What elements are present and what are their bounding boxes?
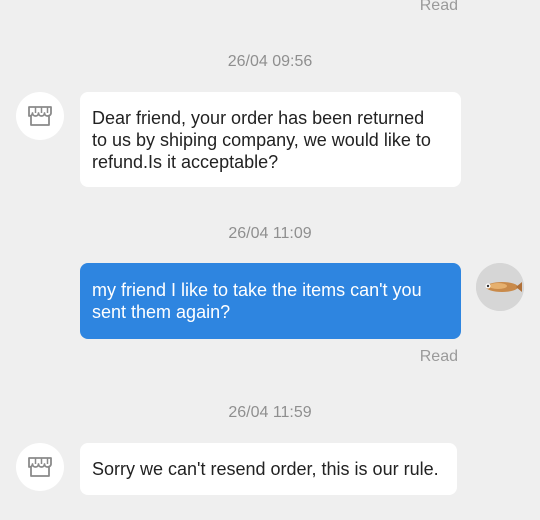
user-avatar[interactable] bbox=[476, 263, 524, 311]
read-receipt: Read bbox=[419, 348, 458, 365]
store-icon bbox=[28, 457, 52, 477]
read-receipt: Read bbox=[419, 0, 458, 14]
message-timestamp: 26/04 11:09 bbox=[228, 225, 312, 242]
message-line: refund.Is it acceptable? bbox=[92, 152, 279, 172]
message-line: Sorry we can't resend order, this is our… bbox=[92, 459, 439, 479]
seller-avatar[interactable] bbox=[16, 92, 64, 140]
message-timestamp: 26/04 09:56 bbox=[227, 53, 313, 70]
message-timestamp: 26/04 11:59 bbox=[228, 404, 312, 421]
message-line: Dear friend, your order has been returne… bbox=[92, 108, 425, 128]
message-line: to us by shiping company, we would like … bbox=[92, 130, 431, 150]
message-line: sent them again? bbox=[92, 302, 231, 322]
message-line: my friend I like to take the items can't… bbox=[92, 280, 422, 300]
user-avatar-photo bbox=[476, 263, 524, 311]
outgoing-message-bubble[interactable]: my friend I like to take the items can't… bbox=[80, 263, 461, 339]
seller-avatar[interactable] bbox=[16, 443, 64, 491]
incoming-message-bubble[interactable]: Dear friend, your order has been returne… bbox=[80, 92, 461, 187]
incoming-message-bubble[interactable]: Sorry we can't resend order, this is our… bbox=[80, 443, 457, 495]
store-icon bbox=[28, 106, 52, 126]
